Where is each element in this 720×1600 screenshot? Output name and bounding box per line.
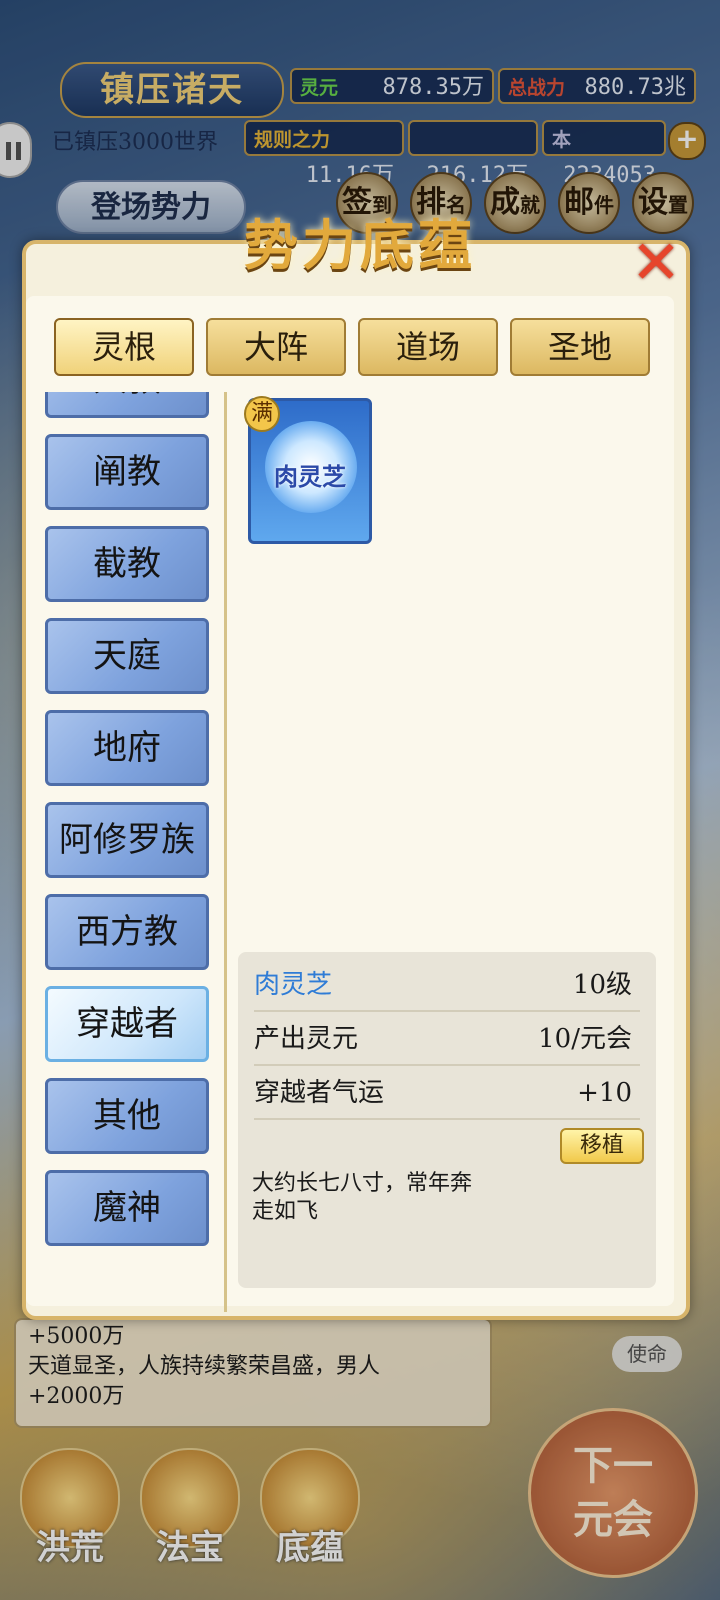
sect-jiejiao[interactable]: 截教 [45,526,209,602]
detail-item-name: 肉灵芝 [254,970,333,1000]
item-detail-box: 肉灵芝 10级 产出灵元 10/元会 穿越者气运 +10 移植 大约长七八寸，常… [238,952,656,1288]
sect-list[interactable]: 人教 阐教 截教 天庭 地府 阿修罗族 西方教 穿越者 其他 魔神 [40,392,220,1272]
sect-xifangjiao[interactable]: 西方教 [45,894,209,970]
tab-dazhen[interactable]: 大阵 [206,318,346,376]
column-divider [224,392,227,1312]
detail-item-level: 10级 [572,970,632,1000]
detail-label: 产出灵元 [254,1024,359,1054]
tab-daochang[interactable]: 道场 [358,318,498,376]
detail-row-output: 产出灵元 10/元会 [254,1014,640,1066]
detail-name-row: 肉灵芝 10级 [254,960,640,1012]
detail-value: 10/元会 [538,1024,632,1054]
max-level-badge: 满 [244,396,280,432]
sect-difu[interactable]: 地府 [45,710,209,786]
sect-chuanyuezhe[interactable]: 穿越者 [45,986,209,1062]
panel-title: 势力底蕴 [244,213,476,277]
item-description: 大约长七八寸，常年奔 走如飞 [252,1170,502,1226]
sect-tianting[interactable]: 天庭 [45,618,209,694]
detail-label: 穿越者气运 [254,1078,385,1108]
sect-other[interactable]: 其他 [45,1078,209,1154]
description-line: 大约长七八寸，常年奔 [252,1171,473,1196]
item-card-name: 肉灵芝 [274,462,346,491]
sect-chanjiao[interactable]: 阐教 [45,434,209,510]
detail-value: +10 [577,1078,632,1108]
sect-asura[interactable]: 阿修罗族 [45,802,209,878]
description-line: 走如飞 [252,1199,319,1224]
close-icon[interactable]: ✕ [628,233,684,293]
transplant-button[interactable]: 移植 [560,1128,644,1164]
tab-linggen[interactable]: 灵根 [54,318,194,376]
detail-row-luck: 穿越者气运 +10 [254,1068,640,1120]
sect-moshen[interactable]: 魔神 [45,1170,209,1246]
sect-renjiao[interactable]: 人教 [45,392,209,418]
tab-shengdi[interactable]: 圣地 [510,318,650,376]
